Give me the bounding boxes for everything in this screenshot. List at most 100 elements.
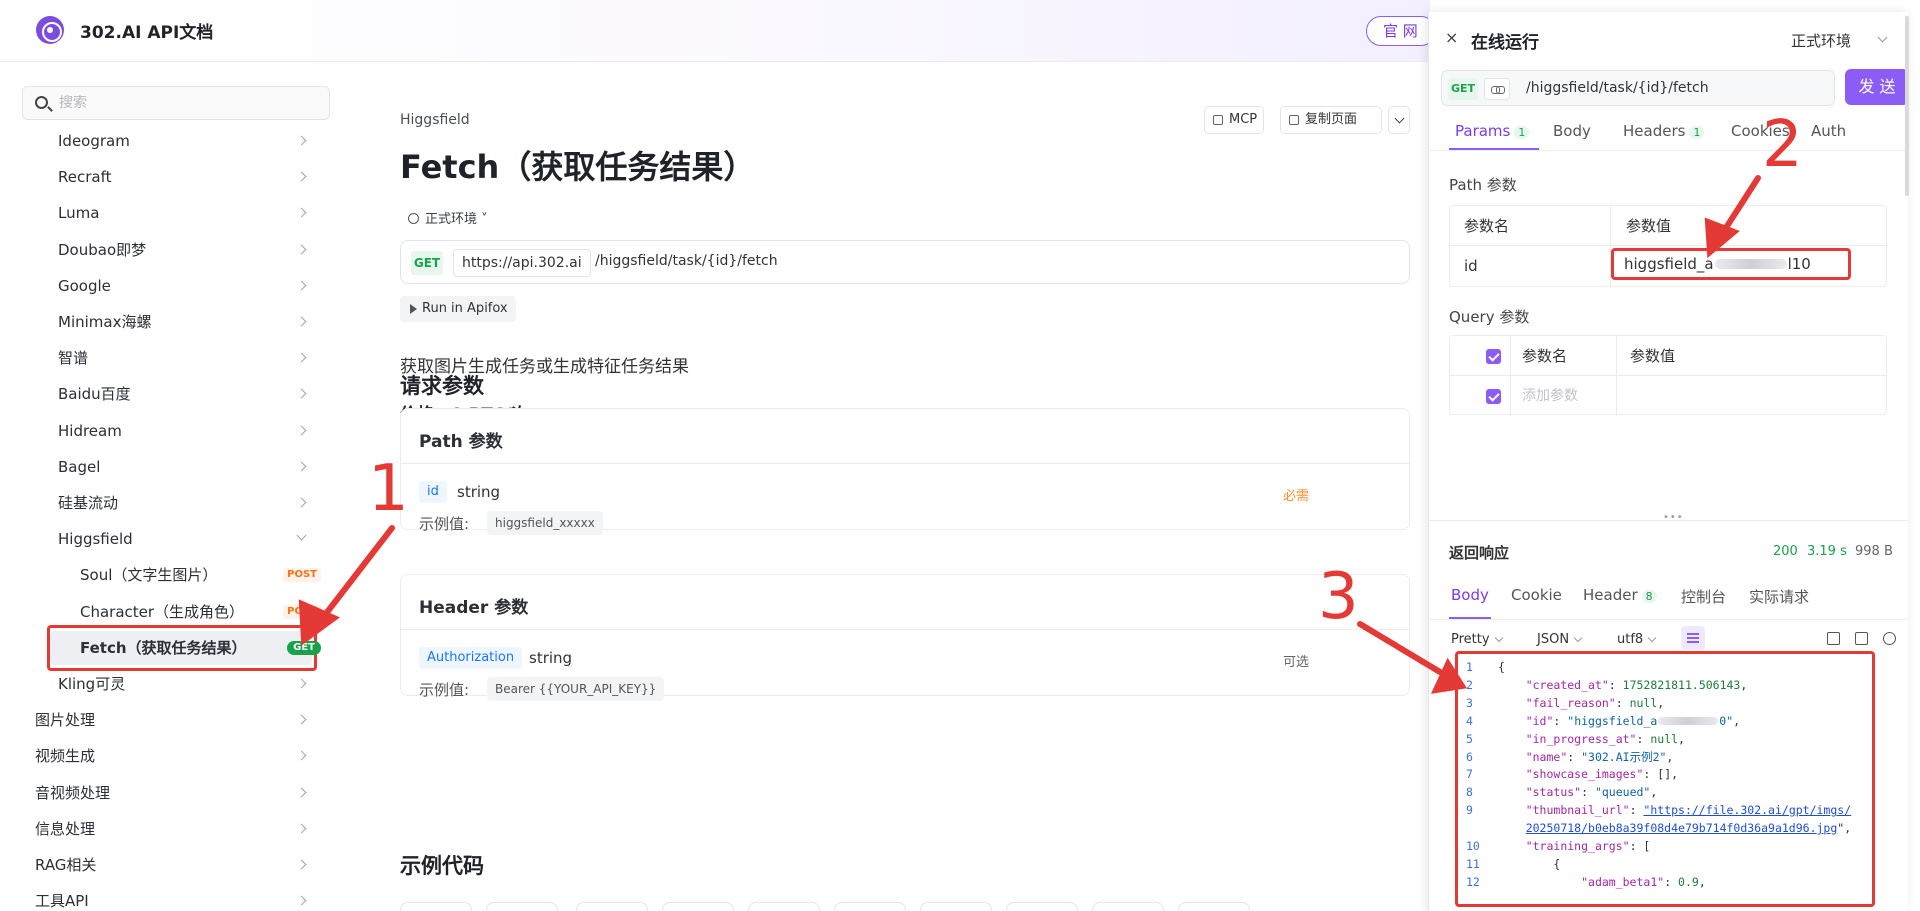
request-url-bar[interactable]: GET /higgsfield/task/{id}/fetch: [1441, 70, 1835, 106]
tab-response-body[interactable]: Body: [1451, 586, 1489, 604]
chevron-right-icon[interactable]: [296, 388, 307, 399]
chevron-right-icon[interactable]: [296, 895, 307, 906]
host-chip[interactable]: https://api.302.ai: [453, 249, 591, 277]
sidebar-item[interactable]: Recraft: [58, 162, 333, 192]
chevron-right-icon[interactable]: [296, 823, 307, 834]
sidebar-item[interactable]: Baidu百度: [58, 379, 333, 409]
download-icon[interactable]: [1827, 632, 1840, 645]
sidebar-item-label: Google: [58, 276, 111, 295]
wrap-lines-icon[interactable]: [1681, 626, 1705, 650]
chevron-right-icon[interactable]: [296, 244, 307, 255]
close-icon[interactable]: ×: [1445, 28, 1458, 47]
method-badge[interactable]: GET: [1448, 78, 1478, 100]
tab-body[interactable]: Body: [1553, 122, 1591, 140]
tab-response-header[interactable]: Header 8: [1583, 586, 1657, 604]
sidebar-item[interactable]: RAG相关: [35, 850, 333, 880]
code-tab[interactable]: [920, 902, 992, 911]
search-icon[interactable]: [1883, 632, 1896, 645]
code-tab[interactable]: [1006, 902, 1078, 911]
run-in-apifox-button[interactable]: Run in Apifox: [400, 296, 516, 322]
sidebar-item[interactable]: Higgsfield: [58, 524, 333, 554]
chevron-right-icon[interactable]: [296, 497, 307, 508]
chevron-down-icon[interactable]: [1877, 32, 1888, 43]
chevron-right-icon[interactable]: [296, 352, 307, 363]
code-tab[interactable]: [1178, 902, 1250, 911]
sidebar-item[interactable]: 图片处理: [35, 705, 333, 735]
panel-environment-select[interactable]: 正式环境: [1791, 30, 1851, 51]
sidebar-item[interactable]: Fetch（获取任务结果） GET: [80, 633, 333, 663]
search-input[interactable]: [59, 93, 309, 113]
code-tab[interactable]: [748, 902, 820, 911]
language-select[interactable]: JSON: [1537, 632, 1583, 647]
tab-auth[interactable]: Auth: [1811, 122, 1846, 140]
chevron-right-icon[interactable]: [296, 859, 307, 870]
link-icon[interactable]: [1484, 78, 1510, 100]
code-tab[interactable]: [486, 902, 558, 911]
code-tab[interactable]: [1092, 902, 1164, 911]
tab-params[interactable]: Params 1: [1455, 122, 1530, 140]
chevron-right-icon[interactable]: [296, 135, 307, 146]
request-path[interactable]: /higgsfield/task/{id}/fetch: [1526, 80, 1709, 96]
sidebar-item[interactable]: Bagel: [58, 452, 333, 482]
logo-icon[interactable]: [36, 16, 64, 44]
chevron-right-icon[interactable]: [296, 461, 307, 472]
code-tab[interactable]: [834, 902, 906, 911]
code-tab[interactable]: [576, 902, 648, 911]
code-tab[interactable]: [400, 902, 472, 911]
resize-handle[interactable]: •••: [1663, 512, 1684, 523]
sidebar-item[interactable]: Ideogram: [58, 126, 333, 156]
copy-page-button[interactable]: 复制页面: [1280, 106, 1382, 134]
add-param-input[interactable]: 添加参数: [1522, 376, 1578, 416]
encoding-select[interactable]: utf8: [1617, 632, 1657, 647]
sidebar-item[interactable]: Hidream: [58, 416, 333, 446]
sidebar-item[interactable]: 视频生成: [35, 741, 333, 771]
chevron-right-icon[interactable]: [296, 787, 307, 798]
tab-response-console[interactable]: 控制台: [1681, 586, 1726, 607]
chevron-right-icon[interactable]: [296, 280, 307, 291]
chevron-right-icon[interactable]: [296, 316, 307, 327]
chevron-down-icon[interactable]: [1388, 106, 1410, 134]
sidebar-item[interactable]: Google: [58, 271, 333, 301]
sidebar-item[interactable]: Luma: [58, 198, 333, 228]
environment-selector[interactable]: 正式环境 ˅: [408, 208, 488, 227]
sidebar-item[interactable]: Kling可灵: [58, 669, 333, 699]
format-select[interactable]: Pretty: [1451, 632, 1503, 647]
sidebar-item[interactable]: 硅基流动: [58, 488, 333, 518]
sidebar-item-label: Minimax海螺: [58, 313, 152, 331]
code-tab[interactable]: [662, 902, 734, 911]
sidebar-item[interactable]: Minimax海螺: [58, 307, 333, 337]
send-button[interactable]: 发 送: [1845, 69, 1909, 105]
checkbox[interactable]: [1486, 389, 1501, 404]
search-box[interactable]: [22, 86, 330, 120]
sidebar-item[interactable]: Soul（文字生图片） POST: [80, 560, 333, 590]
tab-headers[interactable]: Headers 1: [1623, 122, 1705, 140]
tab-response-cookie[interactable]: Cookie: [1511, 586, 1562, 604]
sidebar-item[interactable]: 信息处理: [35, 814, 333, 844]
scrollbar[interactable]: [1905, 16, 1909, 196]
mcp-button[interactable]: MCP: [1204, 106, 1264, 134]
sidebar-item[interactable]: Character（生成角色） POST: [80, 597, 333, 627]
chevron-right-icon[interactable]: [296, 678, 307, 689]
official-site-button[interactable]: 官 网: [1366, 16, 1436, 46]
sidebar-item[interactable]: 工具API: [35, 886, 333, 911]
sample-code-heading: 示例代码: [400, 854, 484, 878]
id-value-input[interactable]: higgsfield_a l10: [1611, 248, 1851, 280]
chevron-right-icon[interactable]: [296, 171, 307, 182]
chevron-right-icon[interactable]: [296, 714, 307, 725]
chevron-right-icon[interactable]: [296, 425, 307, 436]
breadcrumb[interactable]: Higgsfield: [400, 112, 470, 128]
chevron-down-icon[interactable]: [296, 530, 307, 541]
checkbox[interactable]: [1486, 349, 1501, 364]
tab-response-actual-request[interactable]: 实际请求: [1749, 586, 1809, 607]
param-name-cell[interactable]: id: [1464, 246, 1478, 286]
chevron-right-icon[interactable]: [296, 750, 307, 761]
response-body-code[interactable]: 1{2 "created_at": 1752821811.506143, 3 "f…: [1455, 651, 1875, 907]
sidebar-item[interactable]: Doubao即梦: [58, 235, 333, 265]
sidebar-item-label: RAG相关: [35, 856, 97, 874]
sidebar-item[interactable]: 智谱: [58, 343, 333, 373]
chevron-right-icon[interactable]: [296, 207, 307, 218]
brand-title[interactable]: 302.AI API文档: [80, 18, 213, 43]
param-name: id: [419, 481, 447, 503]
sidebar-item[interactable]: 音视频处理: [35, 778, 333, 808]
copy-icon[interactable]: [1855, 632, 1868, 645]
